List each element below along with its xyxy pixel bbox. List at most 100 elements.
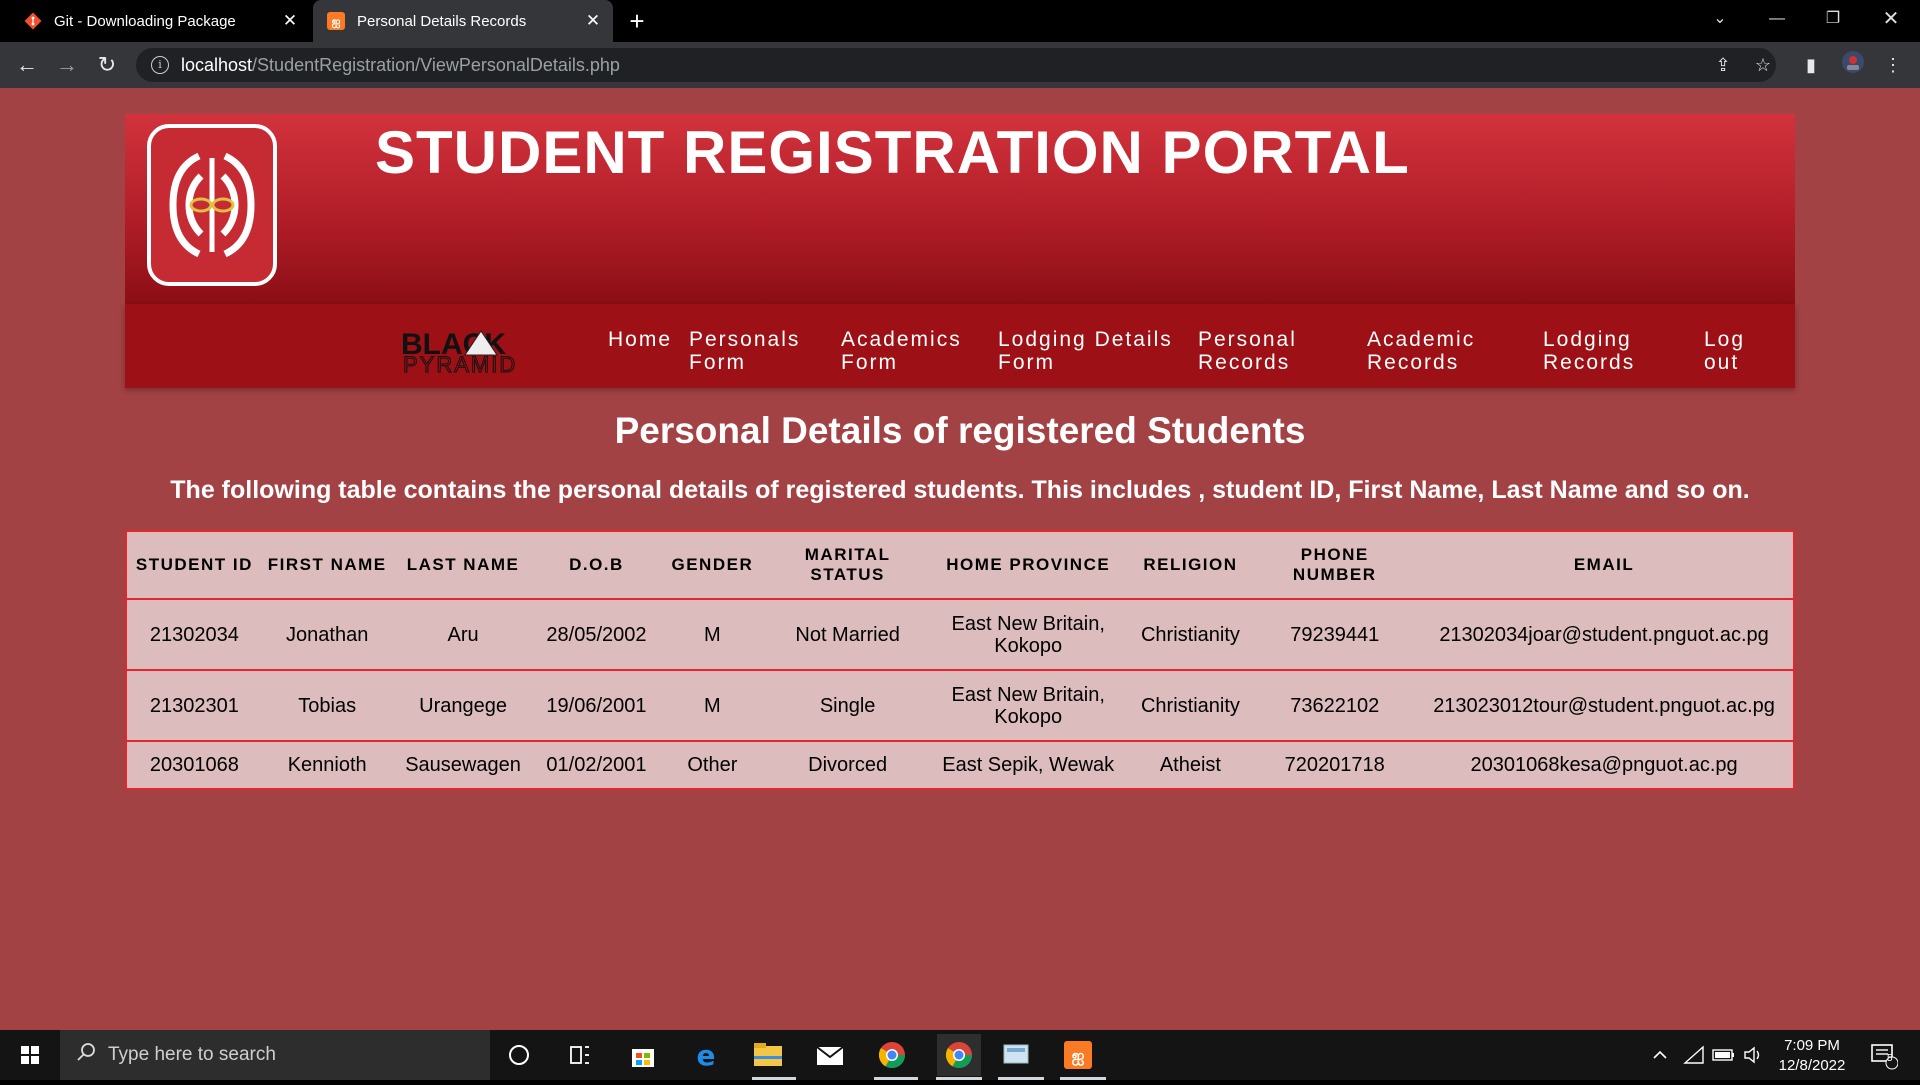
page-body: STUDENT REGISTRATION PORTAL BLACK PYRAMI… bbox=[0, 88, 1920, 1030]
nav-academics-form[interactable]: Academics Form bbox=[841, 328, 961, 374]
xampp-icon: ஐ bbox=[327, 12, 345, 30]
windows-taskbar: Type here to search e ஐ 7:09 PM 12/8/202… bbox=[0, 1030, 1920, 1080]
new-tab-button[interactable]: + bbox=[622, 6, 652, 36]
back-button[interactable]: ← bbox=[12, 50, 42, 80]
file-explorer-icon[interactable] bbox=[751, 1038, 785, 1072]
header-banner: STUDENT REGISTRATION PORTAL bbox=[125, 114, 1795, 304]
table-cell: Sausewagen bbox=[392, 741, 534, 790]
table-cell: 20301068kesa@pnguot.ac.pg bbox=[1415, 741, 1794, 790]
portal-title: STUDENT REGISTRATION PORTAL bbox=[375, 119, 1410, 186]
table-cell: East New Britain, Kokopo bbox=[929, 670, 1127, 742]
table-cell: Kennioth bbox=[261, 741, 393, 790]
black-pyramid-logo: BLACK PYRAMID bbox=[401, 328, 561, 378]
column-header: GENDER bbox=[659, 531, 766, 600]
table-cell: East New Britain, Kokopo bbox=[929, 599, 1127, 671]
table-cell: Jonathan bbox=[261, 599, 393, 671]
xampp-taskbar-icon[interactable]: ஐ bbox=[1061, 1038, 1095, 1072]
windows-logo-icon bbox=[21, 1046, 39, 1064]
page-title: Personal Details of registered Students bbox=[614, 410, 1306, 451]
table-cell: 01/02/2001 bbox=[533, 741, 660, 790]
edge-icon[interactable]: e bbox=[689, 1038, 723, 1072]
profile-avatar[interactable] bbox=[1838, 50, 1868, 80]
network-icon[interactable] bbox=[1680, 1038, 1708, 1072]
table-cell: Tobias bbox=[261, 670, 393, 742]
side-panel-icon[interactable]: ▮ bbox=[1796, 50, 1826, 80]
column-header: STUDENT ID bbox=[126, 531, 262, 600]
site-info-icon[interactable]: i bbox=[151, 56, 169, 74]
table-cell: 720201718 bbox=[1254, 741, 1416, 790]
tab-close-icon[interactable]: ✕ bbox=[579, 11, 607, 31]
chrome-icon[interactable] bbox=[875, 1038, 909, 1072]
table-cell: Aru bbox=[392, 599, 534, 671]
cortana-icon[interactable] bbox=[502, 1038, 536, 1072]
table-cell: 21302301 bbox=[126, 670, 262, 742]
search-icon bbox=[76, 1042, 96, 1068]
tab-git-downloading[interactable]: Git - Downloading Package ✕ bbox=[10, 0, 310, 42]
restore-button[interactable]: ❐ bbox=[1808, 0, 1858, 38]
column-header: LAST NAME bbox=[392, 531, 534, 600]
table-cell: East Sepik, Wewak bbox=[929, 741, 1127, 790]
mail-icon[interactable] bbox=[813, 1038, 847, 1072]
nav-personal-records[interactable]: Personal Records bbox=[1198, 328, 1308, 374]
search-placeholder: Type here to search bbox=[108, 1044, 276, 1065]
tab-label: Personal Details Records bbox=[357, 12, 527, 30]
table-cell: Not Married bbox=[765, 599, 930, 671]
nav-lodging-details-form[interactable]: Lodging Details Form bbox=[998, 328, 1178, 374]
table-cell: Other bbox=[659, 741, 766, 790]
forward-button[interactable]: → bbox=[52, 50, 82, 80]
table-cell: Christianity bbox=[1126, 599, 1255, 671]
close-window-button[interactable]: ✕ bbox=[1866, 0, 1916, 38]
battery-icon[interactable] bbox=[1710, 1038, 1738, 1072]
svg-text:ஐ: ஐ bbox=[1072, 1046, 1085, 1065]
table-row: 20301068 Kennioth Sausewagen 01/02/2001 … bbox=[126, 741, 1794, 790]
personal-details-table: STUDENT ID FIRST NAME LAST NAME D.O.B GE… bbox=[125, 530, 1795, 790]
tab-personal-details[interactable]: ஐ Personal Details Records ✕ bbox=[313, 0, 613, 42]
table-cell: Urangege bbox=[392, 670, 534, 742]
url-host: localhost bbox=[181, 54, 253, 75]
nav-log-out[interactable]: Log out bbox=[1704, 328, 1754, 374]
table-cell: Divorced bbox=[765, 741, 930, 790]
nav-lodging-records[interactable]: Lodging Records bbox=[1543, 328, 1653, 374]
browser-tab-strip: Git - Downloading Package ✕ ஐ Personal D… bbox=[0, 0, 1920, 42]
app-window-icon[interactable] bbox=[999, 1038, 1033, 1072]
tab-search-chevron-icon[interactable]: ⌄ bbox=[1695, 0, 1745, 38]
svg-text:e: e bbox=[697, 1041, 716, 1069]
table-cell: M bbox=[659, 670, 766, 742]
column-header: EMAIL bbox=[1415, 531, 1794, 600]
reload-button[interactable]: ↻ bbox=[92, 50, 122, 80]
taskbar-search-box[interactable]: Type here to search bbox=[60, 1030, 490, 1080]
address-toolbar: ← → ↻ i localhost /StudentRegistration/V… bbox=[0, 42, 1920, 88]
table-cell: 28/05/2002 bbox=[533, 599, 660, 671]
table-cell: M bbox=[659, 599, 766, 671]
table-cell: 21302034joar@student.pnguot.ac.pg bbox=[1415, 599, 1794, 671]
nav-personals-form[interactable]: Personals Form bbox=[689, 328, 799, 374]
nav-academic-records[interactable]: Academic Records bbox=[1367, 328, 1487, 374]
table-cell: 79239441 bbox=[1254, 599, 1416, 671]
store-icon[interactable] bbox=[626, 1038, 660, 1072]
column-header: PHONE NUMBER bbox=[1254, 531, 1416, 600]
start-button[interactable] bbox=[0, 1030, 60, 1080]
table-cell: Atheist bbox=[1126, 741, 1255, 790]
table-row: 21302301 Tobias Urangege 19/06/2001 M Si… bbox=[126, 670, 1794, 742]
git-icon bbox=[24, 12, 42, 30]
table-cell: 20301068 bbox=[126, 741, 262, 790]
taskbar-clock[interactable]: 7:09 PM 12/8/2022 bbox=[1772, 1036, 1852, 1076]
tab-close-icon[interactable]: ✕ bbox=[276, 11, 304, 31]
share-icon[interactable]: ⇪ bbox=[1708, 50, 1738, 80]
chrome-profile-icon[interactable] bbox=[937, 1034, 981, 1076]
notification-center-icon[interactable]: 5 bbox=[1866, 1038, 1900, 1072]
page-description: The following table contains the persona… bbox=[170, 476, 1750, 504]
svg-text:PYRAMID: PYRAMID bbox=[403, 352, 517, 374]
column-header: D.O.B bbox=[533, 531, 660, 600]
bookmark-star-icon[interactable]: ☆ bbox=[1748, 50, 1778, 80]
volume-icon[interactable] bbox=[1740, 1038, 1768, 1072]
column-header: RELIGION bbox=[1126, 531, 1255, 600]
show-hidden-icons-chevron-icon[interactable] bbox=[1648, 1038, 1672, 1072]
minimize-button[interactable]: — bbox=[1752, 0, 1802, 38]
clock-time: 7:09 PM bbox=[1784, 1037, 1840, 1054]
task-view-icon[interactable] bbox=[563, 1038, 597, 1072]
menu-kebab-icon[interactable]: ⋮ bbox=[1878, 50, 1908, 80]
url-bar[interactable]: i localhost /StudentRegistration/ViewPer… bbox=[136, 48, 1776, 82]
nav-home[interactable]: Home bbox=[608, 328, 672, 351]
table-cell: 213023012tour@student.pnguot.ac.pg bbox=[1415, 670, 1794, 742]
